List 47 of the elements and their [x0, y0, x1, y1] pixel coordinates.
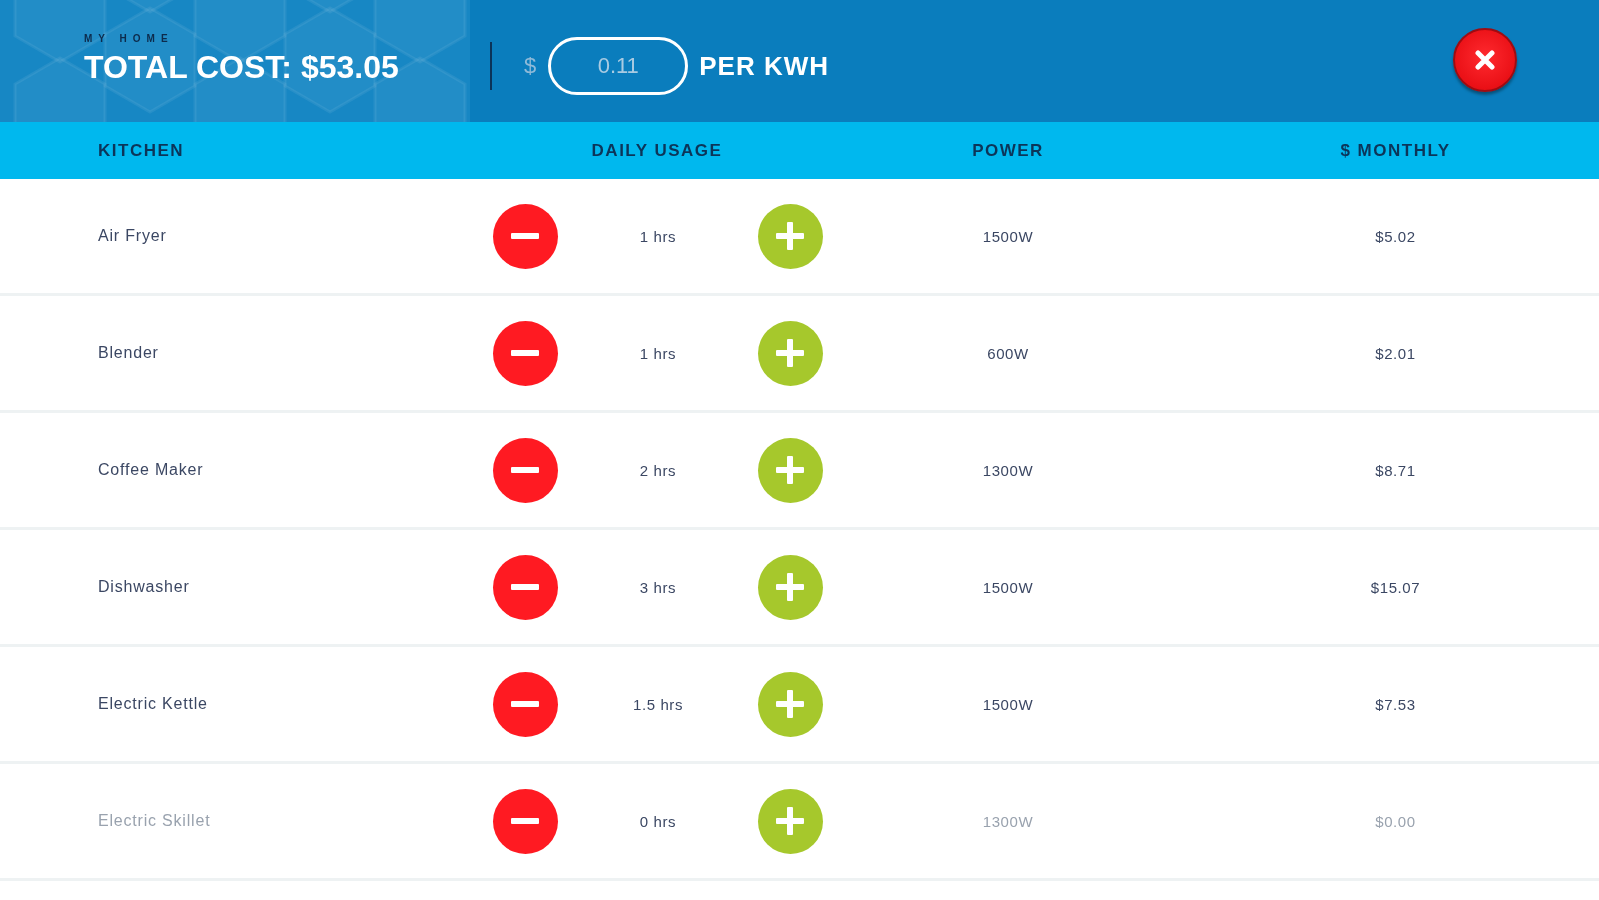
power-value: 1500W: [982, 695, 1034, 713]
usage-hours: 0 hrs: [639, 812, 677, 830]
column-header: POWER: [972, 140, 1044, 161]
power-value: 600W: [987, 344, 1029, 362]
appliance-name: Electric Skillet: [98, 812, 211, 830]
rate-input[interactable]: 0.11: [548, 37, 689, 95]
minus-icon: [511, 233, 539, 239]
usage-hours: 1 hrs: [639, 344, 677, 362]
plus-icon: [776, 456, 804, 484]
monthly-cost: $8.71: [1375, 461, 1416, 479]
plus-icon: [776, 339, 804, 367]
unit-label: PER KWH: [699, 50, 830, 82]
usage-hours: 1 hrs: [639, 227, 677, 245]
minus-icon: [511, 584, 539, 590]
appliance-name: Coffee Maker: [98, 461, 204, 479]
plus-icon: [776, 807, 804, 835]
power-value: 1500W: [982, 227, 1034, 245]
usage-hours: 2 hrs: [639, 461, 677, 479]
usage-hours: 3 hrs: [639, 578, 677, 596]
minus-icon: [511, 467, 539, 473]
currency-label: $: [524, 53, 537, 79]
monthly-cost: $5.02: [1375, 227, 1416, 245]
plus-icon: [776, 690, 804, 718]
power-value: 1300W: [982, 461, 1034, 479]
subtitle: MY HOME: [84, 33, 174, 44]
column-header: DAILY USAGE: [591, 140, 723, 161]
usage-hours: 1.5 hrs: [632, 695, 684, 713]
total-cost-title: TOTAL COST: $53.05: [84, 49, 399, 85]
plus-icon: [776, 222, 804, 250]
monthly-cost: $7.53: [1375, 695, 1416, 713]
plus-icon: [776, 573, 804, 601]
appliance-name: Air Fryer: [98, 227, 167, 245]
close-icon: [1475, 50, 1495, 70]
power-value: 1500W: [982, 578, 1034, 596]
close-button[interactable]: [1453, 28, 1517, 92]
appliance-name: Blender: [98, 344, 159, 362]
monthly-cost: $2.01: [1375, 344, 1416, 362]
column-header: $ MONTHLY: [1340, 140, 1451, 161]
monthly-cost: $0.00: [1375, 812, 1416, 830]
monthly-cost: $15.07: [1370, 578, 1421, 596]
minus-icon: [511, 350, 539, 356]
appliance-name: Dishwasher: [98, 578, 190, 596]
minus-icon: [511, 818, 539, 824]
column-header: KITCHEN: [98, 140, 185, 161]
minus-icon: [511, 701, 539, 707]
power-value: 1300W: [982, 812, 1034, 830]
appliance-name: Electric Kettle: [98, 695, 208, 713]
